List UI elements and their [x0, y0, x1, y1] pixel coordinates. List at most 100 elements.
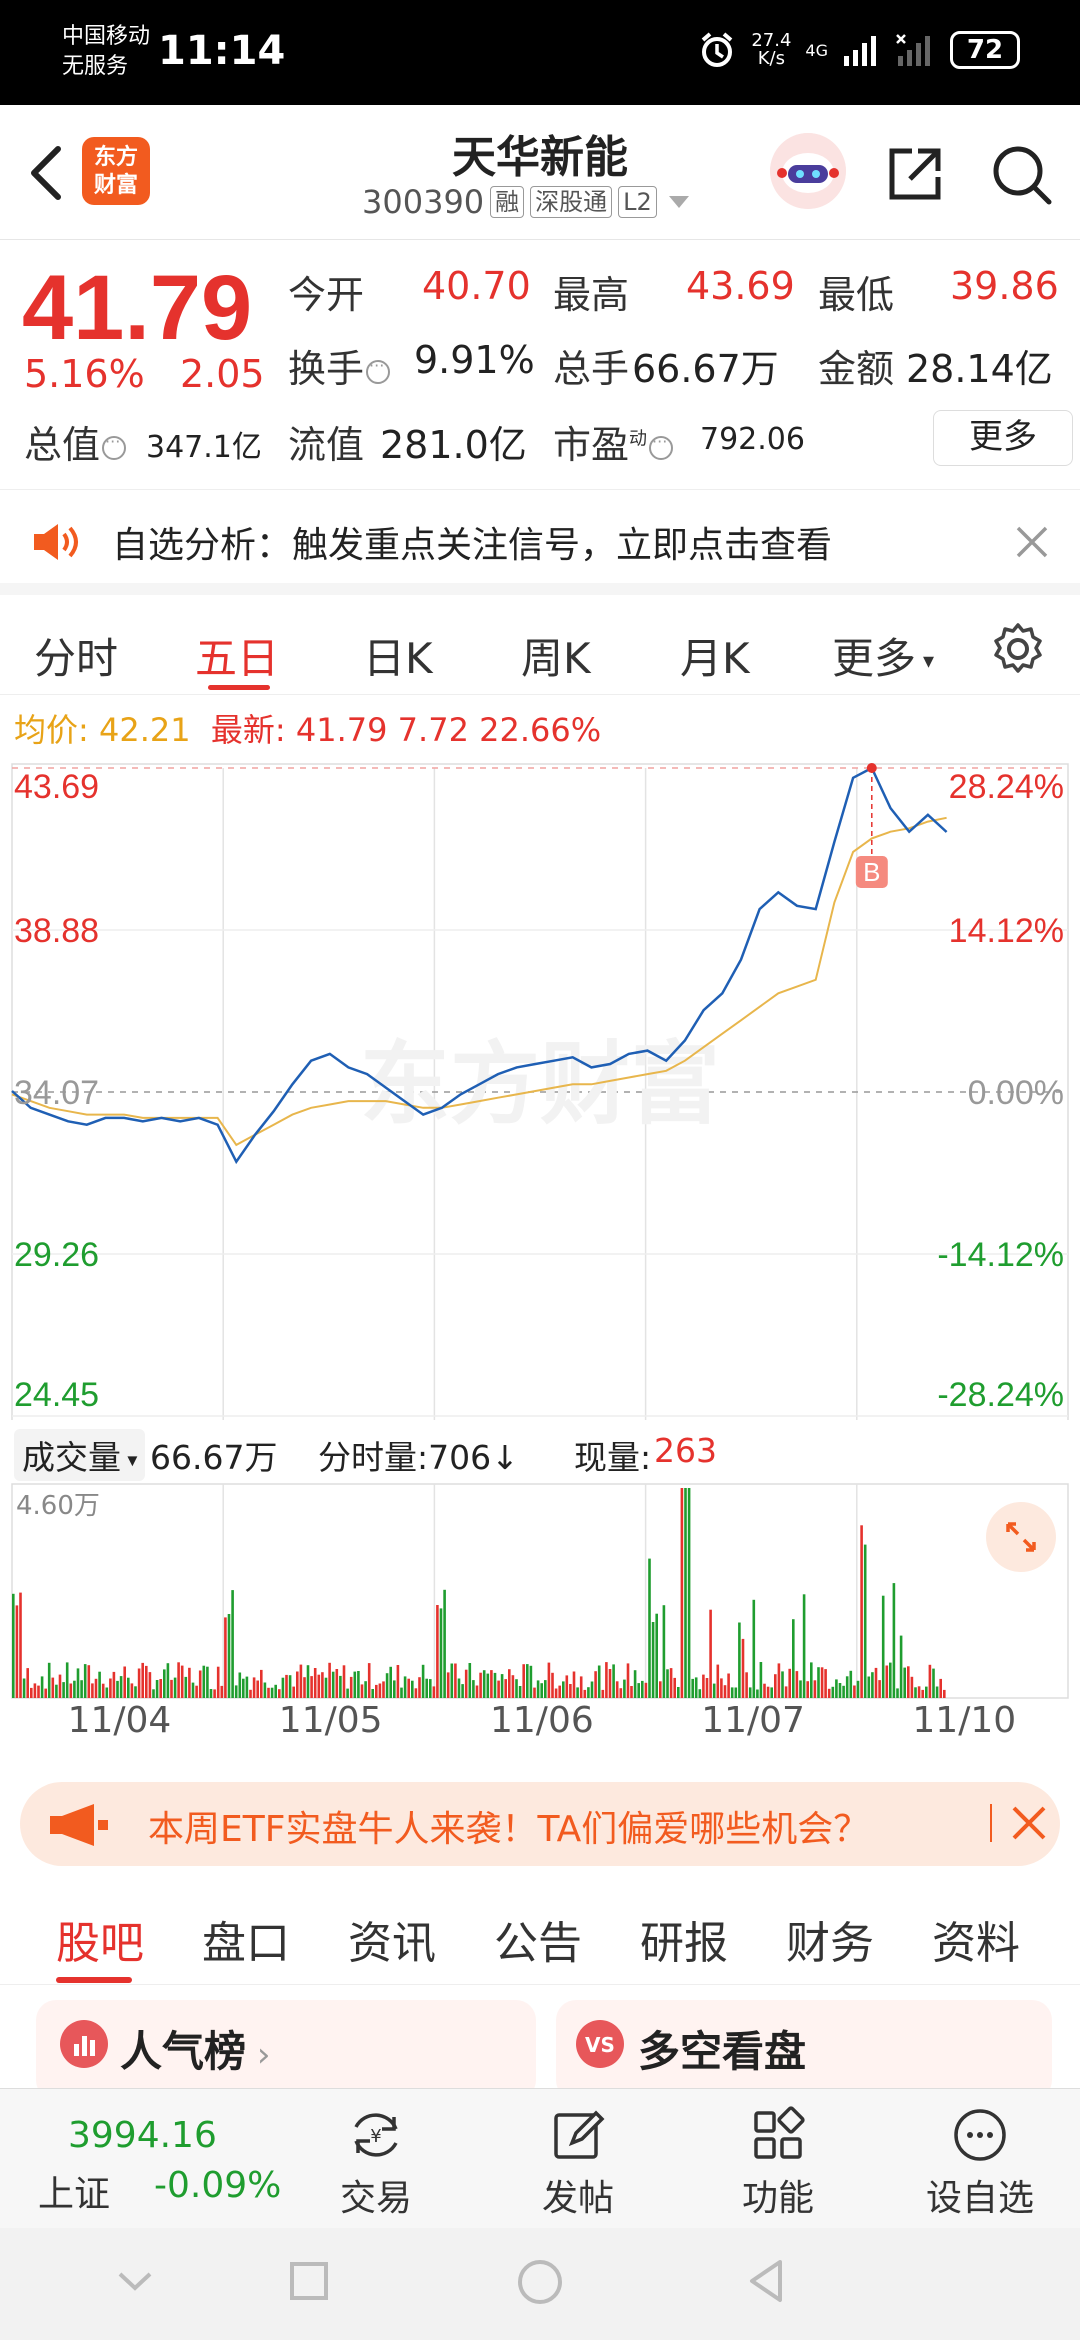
- volume-bar: [845, 1676, 849, 1698]
- volume-bar: [83, 1664, 87, 1698]
- promo-banner[interactable]: 本周ETF实盘牛人来袭！TA们偏爱哪些机会？: [20, 1782, 1060, 1866]
- volume-bar: [500, 1674, 504, 1698]
- close-icon[interactable]: [1010, 1804, 1048, 1842]
- nav-post[interactable]: 发帖: [508, 2099, 648, 2229]
- search-icon[interactable]: [988, 141, 1054, 207]
- pe-label[interactable]: 市盈动: [553, 414, 674, 469]
- nav-add-watchlist[interactable]: 设自选: [910, 2099, 1050, 2229]
- tab-intraday[interactable]: 分时: [34, 625, 118, 686]
- volume-bar: [486, 1673, 490, 1698]
- x-tick-label: 11/04: [67, 1700, 172, 1741]
- volume-bar: [504, 1679, 507, 1698]
- volume-bar: [881, 1595, 885, 1698]
- content-tabs: 股吧 盘口 资讯 公告 研报 财务 资料: [0, 1885, 1080, 1985]
- volume-bar: [109, 1678, 112, 1698]
- grid-icon: [754, 2106, 805, 2159]
- volume-bar: [450, 1663, 454, 1698]
- tab-more[interactable]: 更多 ▾: [832, 625, 934, 686]
- expand-icon[interactable]: [986, 1502, 1056, 1572]
- info-icon: [102, 432, 127, 460]
- tab-monthly-k[interactable]: 月K: [680, 625, 750, 686]
- volume-chart[interactable]: 4.60万: [0, 1480, 1080, 1720]
- volume-bar: [213, 1689, 216, 1698]
- tab-forum[interactable]: 股吧: [56, 1907, 144, 1971]
- amount-label: 金额: [818, 347, 895, 391]
- y-tick-right: -14.12%: [937, 1236, 1064, 1274]
- volume-bar: [716, 1664, 720, 1698]
- volume-bar: [37, 1685, 40, 1698]
- volume-bar: [389, 1666, 392, 1698]
- alert-banner[interactable]: 自选分析：触发重点关注信号，立即点击查看: [0, 490, 1080, 595]
- volume-bar: [245, 1676, 249, 1698]
- volume-bar: [572, 1671, 576, 1698]
- volume-indicator-select[interactable]: 成交量 ▾: [14, 1429, 146, 1481]
- volume-bar: [80, 1680, 83, 1698]
- recents-icon[interactable]: [284, 2256, 334, 2306]
- volume-bar: [605, 1662, 608, 1698]
- volume-bar: [105, 1687, 109, 1698]
- volume-bar: [238, 1672, 242, 1698]
- volume-bar: [299, 1664, 303, 1698]
- volume-bar: [511, 1675, 515, 1698]
- price-chart[interactable]: 东方财富 B 43.69 28.24% 38.88 14.12% 34.07 0.00% 2…: [0, 760, 1080, 1425]
- tab-profile[interactable]: 资料: [932, 1907, 1020, 1971]
- volume-bar: [130, 1683, 134, 1698]
- volume-bar: [903, 1667, 906, 1698]
- tab-weekly-k[interactable]: 周K: [521, 625, 591, 686]
- net-speed: 27.4 K/s: [751, 30, 792, 69]
- volume-bar: [597, 1665, 601, 1698]
- tab-daily-k[interactable]: 日K: [363, 625, 433, 686]
- tab-financials[interactable]: 财务: [786, 1907, 874, 1971]
- network-type: 4G: [805, 40, 828, 60]
- volume-bar: [98, 1671, 101, 1698]
- close-icon[interactable]: [1014, 524, 1050, 560]
- home-icon[interactable]: [514, 2256, 566, 2308]
- bull-bear-label: 多空看盘: [638, 2027, 807, 2076]
- volume-bar: [928, 1664, 932, 1698]
- turnover-label[interactable]: 换手: [288, 338, 391, 393]
- nav-functions[interactable]: 功能: [708, 2099, 848, 2229]
- volume-bar: [180, 1665, 184, 1698]
- buy-marker[interactable]: B: [855, 763, 888, 888]
- float-cap-label: 流值: [288, 423, 365, 467]
- status-icons: 27.4 K/s 4G 72: [697, 30, 1020, 70]
- volume-max-label: 4.60万: [16, 1491, 100, 1521]
- volume-bar: [439, 1608, 443, 1698]
- robot-assistant-avatar[interactable]: [770, 133, 846, 209]
- share-icon[interactable]: [884, 143, 946, 205]
- stock-code-row[interactable]: 300390 融 深股通 L2: [362, 183, 689, 221]
- volume-bar: [867, 1676, 871, 1698]
- tab-news[interactable]: 资讯: [348, 1907, 436, 1971]
- volume-bar: [835, 1679, 838, 1698]
- volume-bar: [709, 1609, 712, 1698]
- tab-order-book[interactable]: 盘口: [202, 1907, 290, 1971]
- volume-bar: [792, 1619, 795, 1698]
- volume-bar: [313, 1668, 317, 1698]
- battery-indicator: 72: [950, 31, 1020, 69]
- volume-bar: [799, 1680, 802, 1698]
- y-tick-left: 38.88: [14, 912, 99, 950]
- popularity-card[interactable]: 人气榜 ›: [36, 2000, 536, 2100]
- market-cap-label[interactable]: 总值: [24, 414, 127, 469]
- volume-bar: [461, 1684, 464, 1698]
- tab-five-day[interactable]: 五日: [195, 625, 279, 686]
- turnover-value: 9.91%: [414, 338, 535, 382]
- volume-bar: [813, 1680, 817, 1698]
- volume-bar: [285, 1674, 288, 1698]
- more-button[interactable]: 更多: [933, 410, 1073, 466]
- collapse-icon[interactable]: [110, 2256, 160, 2306]
- volume-bar: [227, 1614, 231, 1698]
- volume-bar: [723, 1685, 727, 1698]
- bull-bear-card[interactable]: VS 多空看盘: [556, 2000, 1052, 2100]
- volume-bar: [425, 1678, 428, 1698]
- gear-icon[interactable]: [990, 621, 1046, 677]
- volume-bar: [76, 1668, 80, 1698]
- tab-announcements[interactable]: 公告: [494, 1907, 582, 1971]
- volume-bar: [673, 1677, 676, 1698]
- stock-code: 300390: [362, 183, 485, 221]
- tab-research[interactable]: 研报: [640, 1907, 728, 1971]
- back-nav-icon[interactable]: [742, 2256, 792, 2306]
- nav-trade[interactable]: ¥ 交易: [306, 2099, 446, 2229]
- volume-bar: [856, 1680, 860, 1698]
- volume-bar: [925, 1686, 928, 1698]
